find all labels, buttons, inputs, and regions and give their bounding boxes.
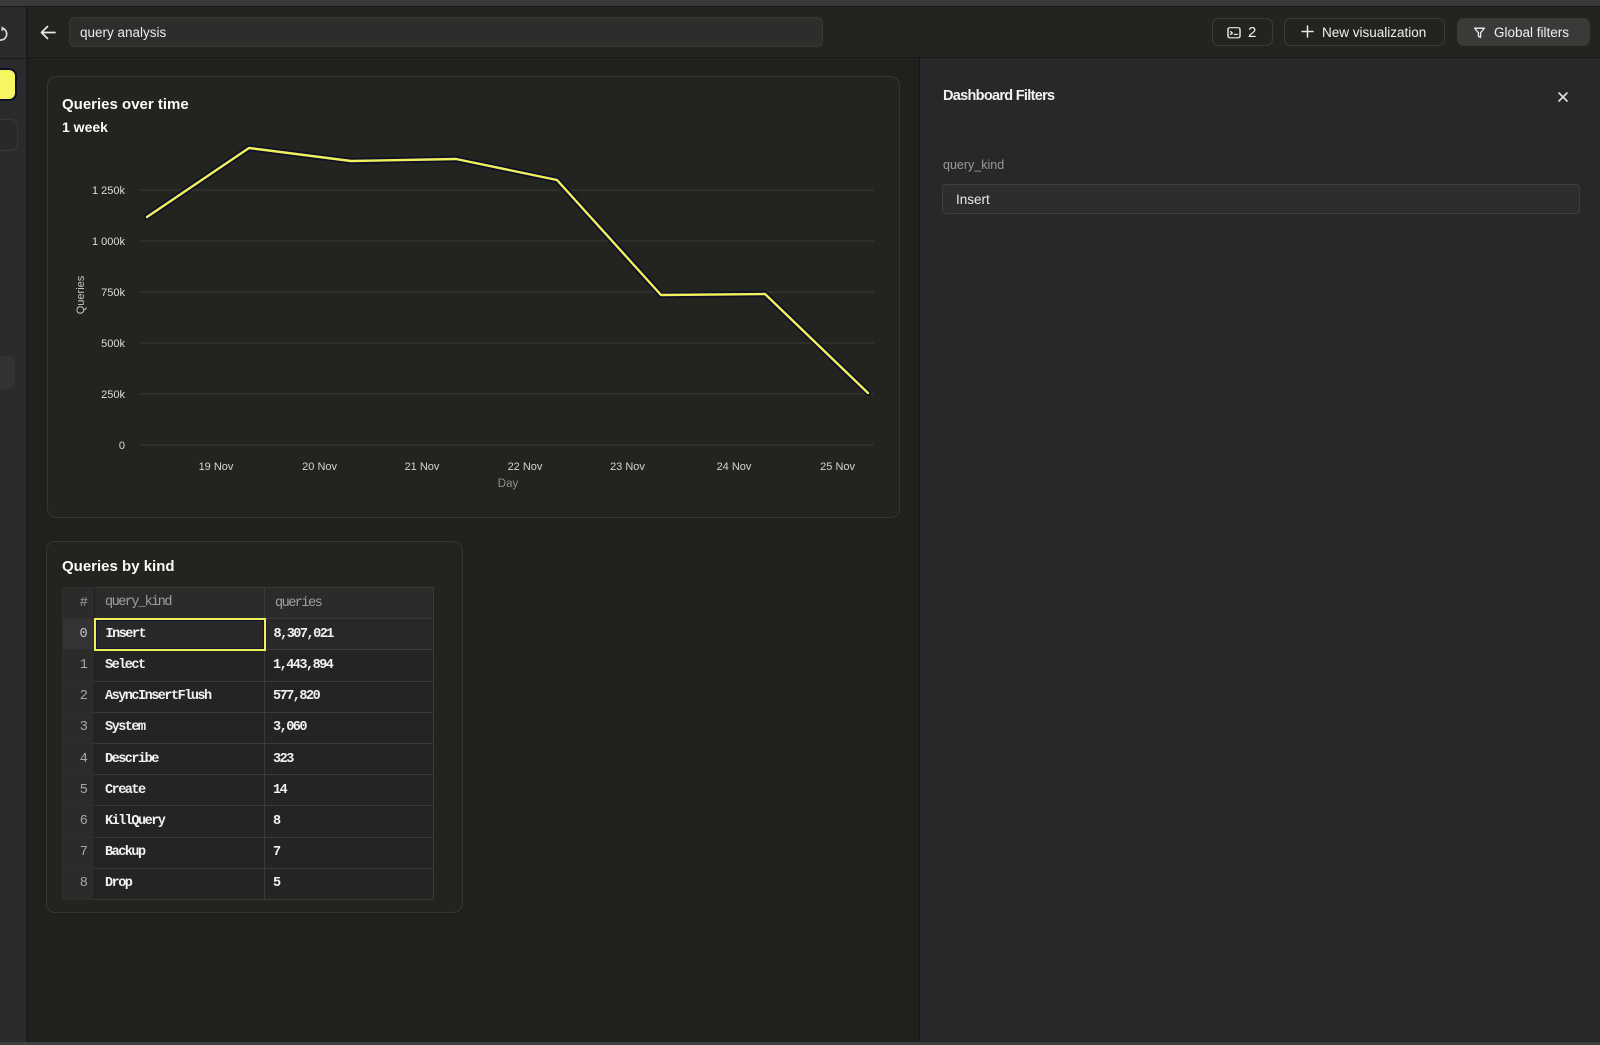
svg-text:24 Nov: 24 Nov (717, 461, 752, 473)
svg-text:21 Nov: 21 Nov (405, 461, 440, 473)
svg-text:500k: 500k (101, 338, 125, 350)
svg-text:25 Nov: 25 Nov (820, 461, 855, 473)
svg-text:750k: 750k (101, 287, 125, 299)
svg-text:22 Nov: 22 Nov (508, 461, 543, 473)
svg-text:23 Nov: 23 Nov (610, 461, 645, 473)
svg-text:Day: Day (498, 478, 519, 490)
svg-text:1 250k: 1 250k (92, 185, 126, 197)
svg-text:Queries: Queries (75, 275, 87, 314)
svg-text:1 000k: 1 000k (92, 236, 126, 248)
svg-text:19 Nov: 19 Nov (199, 461, 234, 473)
svg-text:250k: 250k (101, 389, 125, 401)
svg-text:0: 0 (119, 440, 125, 452)
svg-text:20 Nov: 20 Nov (302, 461, 337, 473)
